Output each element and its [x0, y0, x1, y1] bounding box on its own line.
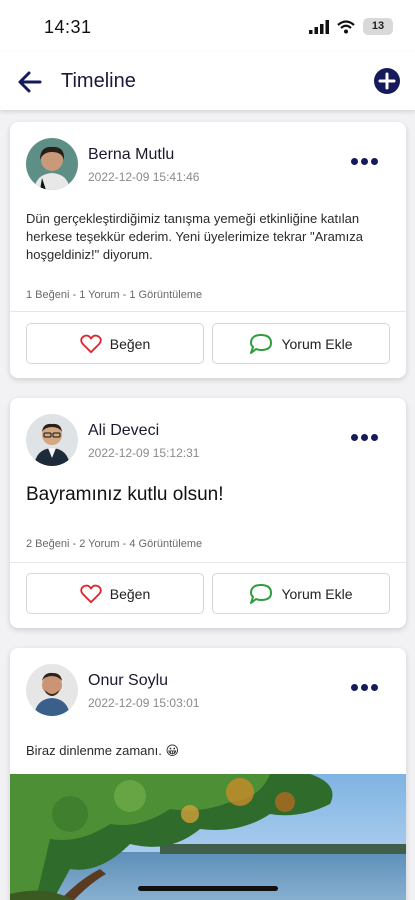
heart-icon	[80, 584, 102, 603]
timeline-feed[interactable]: Berna Mutlu 2022-12-09 15:41:46 Dün gerç…	[0, 110, 415, 900]
post-card: Onur Soylu 2022-12-09 15:03:01 Biraz din…	[10, 648, 406, 900]
avatar[interactable]	[26, 138, 78, 190]
divider	[10, 311, 406, 312]
post-stats: 1 Beğeni - 1 Yorum - 1 Görüntüleme	[26, 289, 203, 301]
status-icons: 13	[309, 18, 393, 35]
status-time: 14:31	[44, 17, 92, 37]
post-text: Biraz dinlenme zamanı. 😀	[26, 743, 180, 758]
battery-icon: 13	[363, 18, 393, 35]
more-options-icon[interactable]	[351, 158, 378, 165]
add-comment-button[interactable]: Yorum Ekle	[212, 573, 390, 614]
like-label: Beğen	[109, 335, 151, 352]
more-options-icon[interactable]	[351, 434, 378, 441]
post-author[interactable]: Ali Deveci	[88, 422, 159, 440]
comment-icon	[250, 583, 273, 604]
page-title: Timeline	[61, 70, 136, 92]
comment-label: Yorum Ekle	[281, 585, 353, 602]
post-card: Berna Mutlu 2022-12-09 15:41:46 Dün gerç…	[10, 122, 406, 378]
post-image[interactable]	[10, 774, 406, 900]
post-author[interactable]: Onur Soylu	[88, 672, 168, 690]
status-bar: 14:31 13	[0, 0, 415, 52]
post-text: Bayramınız kutlu olsun!	[26, 484, 224, 505]
post-card: Ali Deveci 2022-12-09 15:12:31 Bayramını…	[10, 398, 406, 628]
post-timestamp: 2022-12-09 15:12:31	[88, 446, 200, 460]
like-button[interactable]: Beğen	[26, 573, 204, 614]
app-bar: Timeline	[0, 52, 415, 110]
post-text: Dün gerçekleştirdiğimiz tanışma yemeği e…	[26, 211, 363, 262]
back-arrow-icon[interactable]	[16, 68, 44, 96]
post-stats: 2 Beğeni - 2 Yorum - 4 Görüntüleme	[26, 538, 203, 550]
like-button[interactable]: Beğen	[26, 323, 204, 364]
comment-icon	[250, 333, 273, 354]
comment-label: Yorum Ekle	[281, 335, 353, 352]
home-indicator[interactable]	[138, 886, 278, 891]
signal-icon	[309, 19, 329, 34]
like-label: Beğen	[109, 585, 151, 602]
divider	[10, 562, 406, 563]
post-author[interactable]: Berna Mutlu	[88, 146, 174, 164]
avatar[interactable]	[26, 664, 78, 716]
wifi-icon	[337, 19, 355, 33]
post-timestamp: 2022-12-09 15:03:01	[88, 696, 200, 710]
more-options-icon[interactable]	[351, 684, 378, 691]
heart-icon	[80, 334, 102, 353]
add-comment-button[interactable]: Yorum Ekle	[212, 323, 390, 364]
post-timestamp: 2022-12-09 15:41:46	[88, 170, 200, 184]
add-post-icon[interactable]	[373, 67, 401, 95]
avatar[interactable]	[26, 414, 78, 466]
